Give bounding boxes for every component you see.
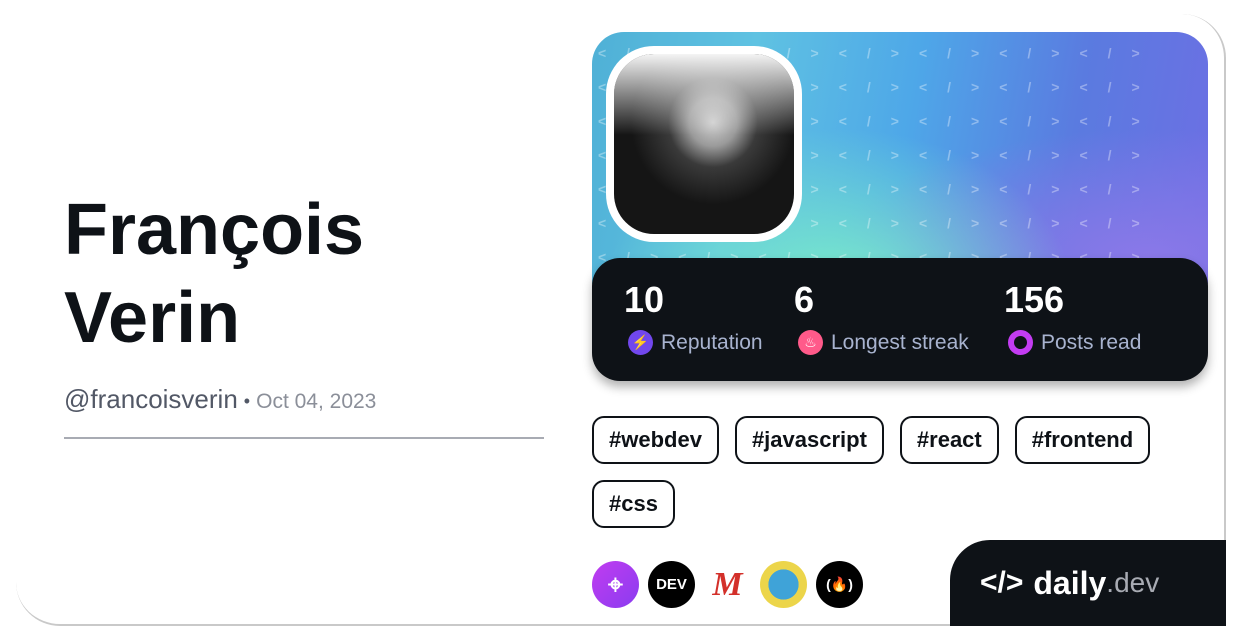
divider <box>64 437 544 439</box>
avatar <box>606 46 802 242</box>
handle: @francoisverin <box>64 384 238 414</box>
tag[interactable]: #react <box>899 416 999 464</box>
ring-icon <box>1008 330 1033 355</box>
daily-dev-mark-icon: </> <box>980 566 1024 599</box>
tag[interactable]: #css <box>592 480 675 528</box>
tag[interactable]: #webdev <box>592 416 719 464</box>
stats-panel: 10 ⚡ Reputation 6 ♨ Longest streak 156 Pos… <box>592 258 1208 381</box>
stat-posts-read: 156 Posts read <box>1004 279 1142 355</box>
dev-to-source-icon[interactable]: DEV <box>648 561 695 608</box>
robot-source-icon[interactable] <box>760 561 807 608</box>
freecodecamp-source-icon[interactable]: (🔥) <box>816 561 863 608</box>
crosshair-source-icon[interactable]: ⌖ <box>592 561 639 608</box>
stat-reputation: 10 ⚡ Reputation <box>624 279 763 355</box>
tag[interactable]: #javascript <box>734 416 884 464</box>
sources-list: ⌖ DEV M (🔥) <box>592 561 863 608</box>
avatar-photo <box>614 54 794 234</box>
profile-name: François Verin <box>64 190 365 358</box>
flame-icon: ♨ <box>798 330 823 355</box>
profile-handle-row: @francoisverin • Oct 04, 2023 <box>64 384 376 415</box>
daily-dev-logo: </> daily .dev <box>950 540 1226 626</box>
tag[interactable]: #frontend <box>1014 416 1151 464</box>
separator: • <box>243 390 251 411</box>
tags-list: #webdev #javascript #react #frontend #cs… <box>592 416 1212 528</box>
m-source-icon[interactable]: M <box>704 561 751 608</box>
lightning-icon: ⚡ <box>628 330 653 355</box>
joined-date: Oct 04, 2023 <box>256 390 377 413</box>
stat-longest-streak: 6 ♨ Longest streak <box>794 279 969 355</box>
